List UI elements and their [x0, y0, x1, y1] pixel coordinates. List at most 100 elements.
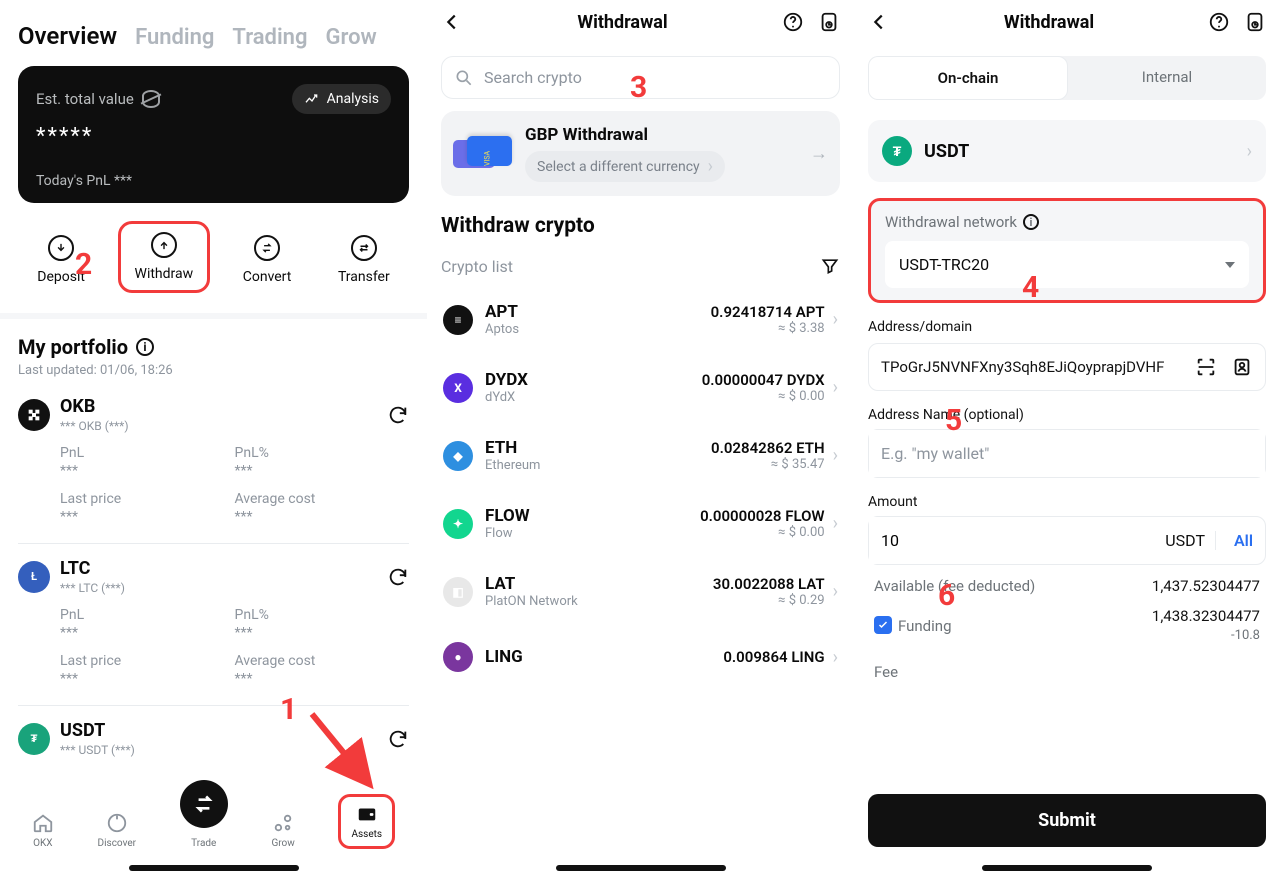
- gbp-sub-text: Select a different currency: [537, 159, 700, 175]
- tab-grow[interactable]: Grow: [325, 25, 376, 50]
- checkbox-icon: [874, 616, 892, 634]
- gbp-withdrawal[interactable]: VISA GBP Withdrawal Select a different c…: [441, 111, 840, 196]
- withdraw-crypto-title: Withdraw crypto: [427, 196, 854, 246]
- crypto-sym: LAT: [485, 574, 578, 594]
- refresh-icon[interactable]: [387, 566, 409, 588]
- home-indicator: [982, 865, 1152, 871]
- tab-discover[interactable]: Discover: [98, 812, 137, 849]
- refresh-icon[interactable]: [387, 728, 409, 750]
- analysis-button[interactable]: Analysis: [292, 84, 391, 114]
- tab-label: Trade: [191, 838, 216, 849]
- amount-field[interactable]: USDT All: [868, 516, 1266, 565]
- asset-sub: *** OKB (***): [60, 419, 129, 433]
- funding-label: Funding: [898, 617, 952, 635]
- val-avg: ***: [235, 671, 410, 687]
- address-name-field[interactable]: [868, 429, 1266, 478]
- tab-overview[interactable]: Overview: [18, 22, 117, 50]
- address-book-icon[interactable]: [1231, 356, 1253, 378]
- network-dropdown[interactable]: USDT-TRC20: [885, 241, 1249, 288]
- funding-value: 1,438.32304477: [1152, 607, 1260, 625]
- col-avg: Average cost: [235, 491, 410, 507]
- eth-icon: ◆: [443, 441, 473, 471]
- crypto-row-flow[interactable]: ✦FLOWFlow 0.00000028 FLOW≈ $ 0.00›: [433, 490, 848, 558]
- crypto-qty: 0.009864 LING: [723, 648, 824, 666]
- filter-icon[interactable]: [820, 256, 840, 276]
- tab-assets[interactable]: Assets: [338, 794, 395, 849]
- val-avg: ***: [235, 509, 410, 525]
- history-icon[interactable]: [1244, 11, 1266, 33]
- crypto-row-apt[interactable]: ≡APTAptos 0.92418714 APT≈ $ 3.38›: [433, 286, 848, 354]
- tab-okx[interactable]: OKX: [32, 812, 54, 849]
- scan-icon[interactable]: [1195, 356, 1217, 378]
- home-icon: [32, 812, 54, 834]
- asset-usdt[interactable]: ₮ USDT *** USDT (***): [0, 706, 427, 765]
- crypto-row-lat[interactable]: ◧LATPlatON Network 30.0022088 LAT≈ $ 0.2…: [433, 558, 848, 626]
- fee-label: Fee: [874, 663, 898, 681]
- select-asset[interactable]: ₮USDT ›: [868, 120, 1266, 182]
- chevron-right-icon: ›: [1247, 141, 1252, 162]
- crypto-row-eth[interactable]: ◆ETHEthereum 0.02842862 ETH≈ $ 35.47›: [433, 422, 848, 490]
- portfolio-title: My portfolio: [18, 335, 128, 359]
- crypto-fiat: ≈ $ 3.38: [778, 321, 824, 336]
- segment-control[interactable]: On-chain Internal: [868, 56, 1266, 100]
- submit-button[interactable]: Submit: [868, 794, 1266, 847]
- transfer-button[interactable]: Transfer: [324, 227, 404, 293]
- crypto-row-ling[interactable]: ●LING 0.009864 LING›: [433, 626, 848, 689]
- info-icon[interactable]: i: [136, 338, 154, 356]
- history-icon[interactable]: [818, 11, 840, 33]
- convert-button[interactable]: Convert: [229, 227, 306, 293]
- crypto-name: dYdX: [485, 390, 528, 405]
- usdt-icon: ₮: [882, 136, 912, 166]
- caret-down-icon: [1225, 262, 1235, 268]
- tab-label: Grow: [271, 838, 294, 849]
- funding-label-wrap[interactable]: Funding: [874, 616, 952, 635]
- crypto-row-dydx[interactable]: XDYDXdYdX 0.00000047 DYDX≈ $ 0.00›: [433, 354, 848, 422]
- info-icon[interactable]: i: [1023, 214, 1039, 230]
- amount-label: Amount: [868, 494, 1266, 510]
- seg-onchain[interactable]: On-chain: [868, 56, 1068, 100]
- topbar: Withdrawal: [427, 0, 854, 44]
- search-input[interactable]: [482, 67, 827, 88]
- search-crypto[interactable]: [441, 56, 840, 99]
- flow-icon: ✦: [443, 509, 473, 539]
- withdraw-button[interactable]: Withdraw: [118, 221, 211, 293]
- asset-symbol: USDT: [60, 720, 135, 741]
- available-label: Available (fee deducted): [874, 577, 1035, 595]
- col-last: Last price: [60, 653, 235, 669]
- hide-balance-icon[interactable]: [142, 90, 160, 108]
- back-button[interactable]: [441, 11, 463, 33]
- tab-trade[interactable]: Trade: [180, 780, 228, 849]
- chevron-right-icon: ›: [833, 377, 838, 398]
- tab-label: Discover: [98, 838, 137, 849]
- refresh-icon[interactable]: [387, 404, 409, 426]
- cards-icon: VISA: [453, 134, 513, 174]
- change-currency[interactable]: Select a different currency›: [525, 151, 725, 182]
- val-pnl: ***: [60, 625, 235, 641]
- tab-grow-bottom[interactable]: Grow: [271, 812, 294, 849]
- amount-input[interactable]: [869, 517, 1155, 564]
- seg-internal[interactable]: Internal: [1068, 56, 1266, 100]
- val-pnlp: ***: [235, 463, 410, 479]
- asset-ltc[interactable]: Ł LTC *** LTC (***) PnL*** PnL%*** Last …: [0, 544, 427, 695]
- chart-icon: [304, 91, 320, 107]
- arrow-icon: →: [810, 143, 828, 164]
- address-field[interactable]: TPoGrJ5NVNFXny3Sqh8EJiQoyprapjDVHF: [868, 343, 1266, 391]
- amount-unit: USDT: [1155, 531, 1216, 550]
- crypto-qty: 0.00000047 DYDX: [702, 371, 825, 389]
- address-name-input[interactable]: [869, 430, 1265, 477]
- chevron-right-icon: ›: [833, 581, 838, 602]
- deposit-button[interactable]: Deposit: [23, 227, 99, 293]
- tab-trading[interactable]: Trading: [232, 25, 307, 50]
- asset-symbol: OKB: [60, 396, 129, 417]
- crypto-name: Flow: [485, 526, 530, 541]
- tab-label: Assets: [351, 829, 382, 840]
- help-icon[interactable]: [782, 11, 804, 33]
- convert-icon: [254, 235, 280, 261]
- amount-all-button[interactable]: All: [1222, 531, 1265, 550]
- tab-funding[interactable]: Funding: [135, 25, 214, 50]
- asset-okb[interactable]: OKB *** OKB (***) PnL*** PnL%*** Last pr…: [0, 382, 427, 533]
- usdt-icon: ₮: [18, 723, 50, 755]
- help-icon[interactable]: [1208, 11, 1230, 33]
- chevron-right-icon: ›: [833, 647, 838, 668]
- back-button[interactable]: [868, 11, 890, 33]
